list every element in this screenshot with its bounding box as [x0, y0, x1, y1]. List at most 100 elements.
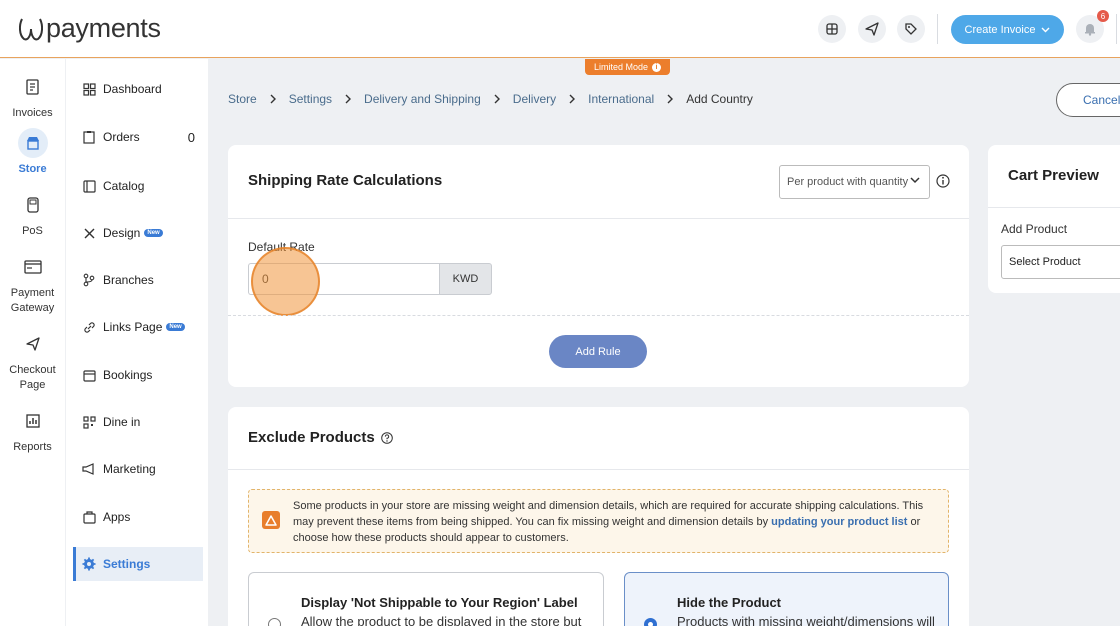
- warning-text: Some products in your store are missing …: [293, 498, 933, 546]
- sidebar-item-branches[interactable]: Branches: [73, 263, 203, 297]
- breadcrumb-delivery[interactable]: Delivery: [513, 92, 556, 106]
- cancel-button[interactable]: Cancel: [1056, 83, 1120, 117]
- notification-badge: 6: [1097, 10, 1109, 22]
- help-icon[interactable]: [381, 432, 393, 444]
- rail-item-store[interactable]: Store: [0, 128, 65, 177]
- default-rate-input[interactable]: 0: [248, 263, 440, 295]
- sidebar-item-dashboard[interactable]: Dashboard: [73, 72, 203, 106]
- breadcrumb-settings[interactable]: Settings: [289, 92, 332, 106]
- apps-icon: [82, 510, 96, 524]
- chevron-right-icon: [270, 94, 276, 104]
- divider: [228, 315, 969, 316]
- breadcrumb-international[interactable]: International: [588, 92, 654, 106]
- sidebar-item-marketing[interactable]: Marketing: [73, 452, 203, 486]
- sidebar-item-label: Links Page: [103, 320, 163, 334]
- dashboard-icon: [82, 82, 96, 96]
- new-badge: New: [144, 229, 163, 237]
- rail-item-reports[interactable]: Reports: [0, 406, 65, 455]
- send-icon[interactable]: [858, 15, 886, 43]
- sidebar-item-catalog[interactable]: Catalog: [73, 169, 203, 203]
- rail-label: Checkout Page: [9, 364, 56, 391]
- chevron-down-icon: [910, 177, 920, 184]
- option-not-shippable-label[interactable]: Display 'Not Shippable to Your Region' L…: [248, 572, 604, 626]
- qr-code-icon: [82, 415, 96, 429]
- cart-preview-title: Cart Preview: [1008, 167, 1099, 184]
- rail-label: PoS: [22, 225, 43, 237]
- select-product-value: Select Product: [1009, 256, 1081, 268]
- sidebar-item-label: Bookings: [103, 368, 153, 382]
- sidebar-item-label: Marketing: [103, 462, 156, 476]
- sidebar-item-links-page[interactable]: Links Page New: [73, 310, 203, 344]
- option-title: Display 'Not Shippable to Your Region' L…: [301, 595, 578, 610]
- rail-label: Invoices: [12, 107, 53, 119]
- option-hide-product[interactable]: Hide the Product Products with missing w…: [624, 572, 949, 626]
- design-icon: [82, 226, 96, 240]
- logo[interactable]: payments: [18, 13, 161, 44]
- shipping-rate-title: Shipping Rate Calculations: [248, 172, 443, 189]
- option-title: Hide the Product: [677, 595, 782, 610]
- radio-hide-product[interactable]: [644, 618, 657, 626]
- warning-icon: [262, 511, 280, 529]
- exclude-products-title: Exclude Products: [248, 429, 375, 446]
- sidebar-item-design[interactable]: Design New: [73, 216, 203, 250]
- logo-text: payments: [46, 13, 161, 43]
- tag-icon[interactable]: [897, 15, 925, 43]
- sidebar-item-label: Design: [103, 226, 141, 240]
- rail-item-invoices[interactable]: Invoices: [0, 72, 65, 121]
- apps-grid-icon[interactable]: [818, 15, 846, 43]
- breadcrumb-delivery-and-shipping[interactable]: Delivery and Shipping: [364, 92, 481, 106]
- pos-icon: [18, 190, 48, 220]
- radio-not-shippable[interactable]: [268, 618, 281, 626]
- chevron-right-icon: [494, 94, 500, 104]
- default-rate-label: Default Rate: [248, 240, 315, 254]
- sidebar-item-dine-in[interactable]: Dine in: [73, 405, 203, 439]
- new-badge: New: [166, 323, 185, 331]
- reports-icon: [18, 406, 48, 436]
- rate-mode-select[interactable]: Per product with quantity: [779, 165, 930, 199]
- primary-sidebar: Invoices Store PoS Payment Gateway Check…: [0, 59, 65, 626]
- divider: [988, 207, 1120, 208]
- sidebar-item-orders[interactable]: Orders 0: [73, 120, 203, 154]
- rail-item-checkout-page[interactable]: Checkout Page: [0, 329, 65, 393]
- breadcrumb-store[interactable]: Store: [228, 92, 257, 106]
- store-sidebar: Dashboard Orders 0 Catalog Design New Br…: [65, 59, 208, 626]
- sidebar-item-label: Branches: [103, 273, 154, 287]
- rail-label: Reports: [13, 441, 52, 453]
- breadcrumb: Store Settings Delivery and Shipping Del…: [228, 92, 753, 106]
- sidebar-item-apps[interactable]: Apps: [73, 500, 203, 534]
- rail-item-pos[interactable]: PoS: [0, 190, 65, 239]
- currency-suffix: KWD: [439, 263, 492, 295]
- missing-dimensions-warning: Some products in your store are missing …: [248, 489, 949, 553]
- info-icon: i: [652, 62, 662, 72]
- divider: [228, 469, 969, 470]
- calendar-icon: [82, 368, 96, 382]
- sidebar-item-label: Apps: [103, 510, 131, 524]
- checkout-page-icon: [18, 329, 48, 359]
- create-invoice-button[interactable]: Create Invoice: [951, 15, 1064, 44]
- sidebar-item-label: Orders: [103, 130, 140, 144]
- payment-gateway-icon: [18, 252, 48, 282]
- limited-mode-badge[interactable]: Limited Mode i: [585, 59, 670, 75]
- sidebar-item-bookings[interactable]: Bookings: [73, 358, 203, 392]
- default-rate-value: 0: [262, 272, 269, 286]
- sidebar-item-settings[interactable]: Settings: [73, 547, 203, 581]
- store-icon: [17, 128, 48, 158]
- update-product-list-link[interactable]: updating your product list: [771, 516, 907, 528]
- chevron-down-icon: [1041, 27, 1050, 32]
- rail-label: Store: [18, 163, 47, 175]
- divider: [937, 14, 938, 44]
- rail-item-payment-gateway[interactable]: Payment Gateway: [0, 252, 65, 316]
- add-product-label: Add Product: [1001, 222, 1068, 236]
- chevron-right-icon: [667, 94, 674, 104]
- select-product-dropdown[interactable]: Select Product: [1001, 245, 1120, 279]
- catalog-icon: [82, 179, 96, 193]
- info-icon[interactable]: [936, 174, 950, 188]
- branches-icon: [82, 273, 96, 287]
- invoice-icon: [18, 72, 48, 102]
- rate-mode-value: Per product with quantity: [787, 176, 909, 188]
- link-icon: [82, 320, 96, 334]
- create-invoice-label: Create Invoice: [964, 23, 1036, 36]
- add-rule-button[interactable]: Add Rule: [549, 335, 647, 368]
- option-description: Allow the product to be displayed in the…: [301, 614, 582, 626]
- sidebar-item-label: Dine in: [103, 415, 141, 429]
